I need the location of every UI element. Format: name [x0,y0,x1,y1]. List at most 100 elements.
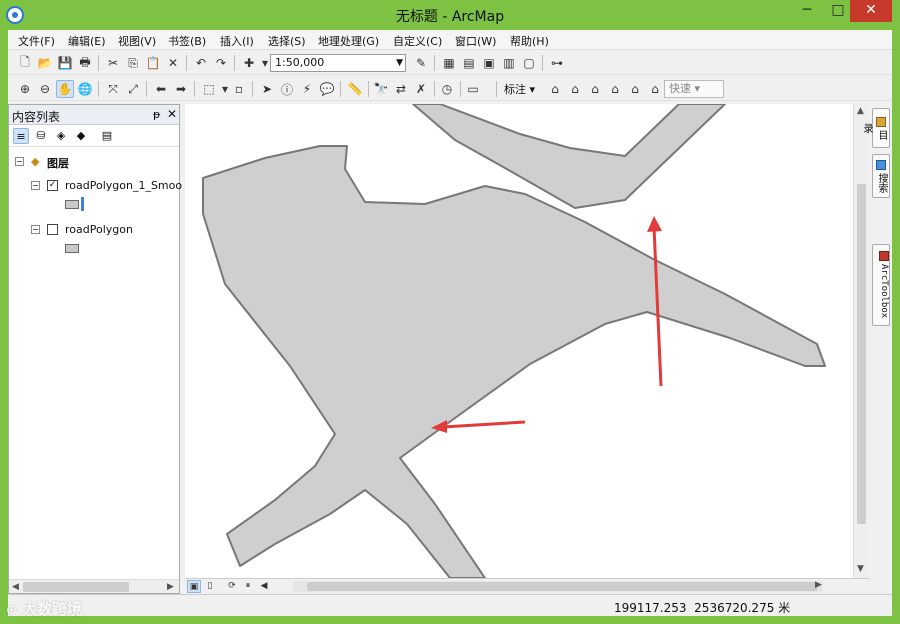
editor-toolbar-icon[interactable]: ✎ [412,54,430,72]
search-tab[interactable]: 搜索 [872,154,890,198]
maximize-button[interactable]: □ [823,0,853,22]
model-builder-icon[interactable]: ⊶ [548,54,566,72]
search-icon [876,159,886,170]
options-icon[interactable]: ▤ [99,128,115,144]
toc-horizontal-scrollbar[interactable]: ◀ ▶ [9,579,179,593]
map-horizontal-scrollbar[interactable]: ▶ [293,580,823,592]
menu-bookmarks[interactable]: 书签(B) [168,33,206,49]
find-icon[interactable]: 🔭 [372,80,390,98]
lock-labels-icon[interactable]: ⌂ [606,80,624,98]
toc-title: 内容列表 [12,110,61,124]
fixed-zoom-in-icon[interactable]: ⤧ [104,80,122,98]
menu-insert[interactable]: 插入(I) [220,33,254,49]
table-icon[interactable]: ▦ [440,54,458,72]
collapse-icon[interactable]: − [31,225,40,234]
back-icon[interactable]: ⬅ [152,80,170,98]
pan-icon[interactable]: ✋ [56,80,74,98]
scroll-right-icon[interactable]: ▶ [167,580,174,594]
label-speed-select[interactable]: 快速 ▾ [664,80,724,98]
label-priority-icon[interactable]: ⌂ [566,80,584,98]
label-weight-icon[interactable]: ⌂ [586,80,604,98]
scroll-right-icon[interactable]: ▶ [815,580,822,590]
zoom-in-icon[interactable]: ⊕ [16,80,34,98]
label-manager-icon[interactable]: ⌂ [546,80,564,98]
menu-help[interactable]: 帮助(H) [510,33,549,49]
layer-visibility-checkbox[interactable] [47,224,58,235]
full-extent-icon[interactable]: 🌐 [76,80,94,98]
viewer-window-icon[interactable]: ▭ [464,80,482,98]
scroll-left-icon[interactable]: ◀ [12,580,19,594]
go-to-xy-icon[interactable]: ✗ [412,80,430,98]
layer-row[interactable]: − roadPolygon [31,223,179,239]
delete-icon[interactable]: ✕ [164,54,182,72]
measure-icon[interactable]: 📏 [346,80,364,98]
scroll-thumb[interactable] [307,582,817,591]
open-icon[interactable]: 📂 [36,54,54,72]
scroll-down-icon[interactable]: ▼ [857,564,864,574]
layout-icon[interactable]: ▤ [460,54,478,72]
menu-bar: 文件(F) 编辑(E) 视图(V) 书签(B) 插入(I) 选择(S) 地理处理… [8,30,892,50]
menu-view[interactable]: 视图(V) [118,33,156,49]
find-route-icon[interactable]: ⇄ [392,80,410,98]
layer-visibility-checkbox[interactable]: ✓ [47,180,58,191]
labeling-dropdown[interactable]: 标注 ▾ [504,81,535,97]
list-by-drawing-order-icon[interactable]: ≡ [13,128,29,144]
collapse-icon[interactable]: − [15,157,24,166]
layout-view-icon[interactable]: ▯ [203,580,217,593]
fixed-zoom-out-icon[interactable]: ⤢ [124,80,142,98]
menu-selection[interactable]: 选择(S) [268,33,306,49]
list-by-visibility-icon[interactable]: ◈ [53,128,69,144]
toc-close-icon[interactable]: ✕ [167,107,177,121]
map-scale-select[interactable]: 1:50,000 ▼ [270,54,406,72]
pause-labeling-icon[interactable]: ⌂ [626,80,644,98]
layer-symbol-swatch[interactable] [65,244,79,253]
list-by-selection-icon[interactable]: ◆ [73,128,89,144]
menu-windows[interactable]: 窗口(W) [455,33,496,49]
copy-icon[interactable]: ⎘ [124,54,142,72]
view-unplaced-icon[interactable]: ⌂ [646,80,664,98]
print-icon[interactable]: 🖶 [76,54,94,72]
scroll-thumb[interactable] [23,582,129,592]
scroll-up-icon[interactable]: ▲ [857,106,864,116]
arctoolbox-tab[interactable]: ArcToolbox [872,244,890,326]
python-window-icon[interactable]: ▢ [520,54,538,72]
speed-value: 快速 [669,82,691,95]
close-button[interactable]: ✕ [850,0,892,22]
search-window-icon[interactable]: ▥ [500,54,518,72]
menu-customize[interactable]: 自定义(C) [393,33,442,49]
save-icon[interactable]: 💾 [56,54,74,72]
select-icon[interactable]: ➤ [258,80,276,98]
redo-icon[interactable]: ↷ [212,54,230,72]
zoom-out-icon[interactable]: ⊖ [36,80,54,98]
data-view-icon[interactable]: ▣ [187,580,201,593]
map-display[interactable] [185,104,853,578]
map-vertical-scrollbar[interactable]: ▲ ▼ [853,104,869,578]
catalog-window-icon[interactable]: ▣ [480,54,498,72]
minimize-button[interactable]: ─ [792,0,822,22]
menu-edit[interactable]: 编辑(E) [68,33,106,49]
scroll-left-icon[interactable]: ◀ [257,580,271,593]
paste-icon[interactable]: 📋 [144,54,162,72]
cursor-coordinates: 199117.253 2536720.275 米 [614,599,790,616]
layer-row[interactable]: − ✓ roadPolygon_1_Smoo [31,179,183,195]
scroll-thumb[interactable] [857,184,866,524]
forward-icon[interactable]: ➡ [172,80,190,98]
cut-icon[interactable]: ✂ [104,54,122,72]
clear-selection-icon[interactable]: ▫ [230,80,248,98]
collapse-icon[interactable]: − [31,181,40,190]
menu-file[interactable]: 文件(F) [18,33,55,49]
pin-icon[interactable]: ᵽ [153,108,160,121]
layer-symbol-swatch[interactable] [65,200,79,209]
html-popup-icon[interactable]: 💬 [318,80,336,98]
undo-icon[interactable]: ↶ [192,54,210,72]
time-slider-icon[interactable]: ◷ [438,80,456,98]
menu-geoprocessing[interactable]: 地理处理(G) [318,33,379,49]
layer-name: roadPolygon_1_Smoo [65,179,183,192]
pause-drawing-icon[interactable]: ⏸ [241,580,255,593]
list-by-source-icon[interactable]: ⛁ [33,128,49,144]
refresh-icon[interactable]: ⟳ [225,580,239,593]
identify-icon[interactable]: ⓘ [278,80,296,98]
new-icon[interactable]: 🗋 [16,54,34,72]
hyperlink-icon[interactable]: ⚡ [298,80,316,98]
catalog-tab[interactable]: 目录 [861,108,890,148]
